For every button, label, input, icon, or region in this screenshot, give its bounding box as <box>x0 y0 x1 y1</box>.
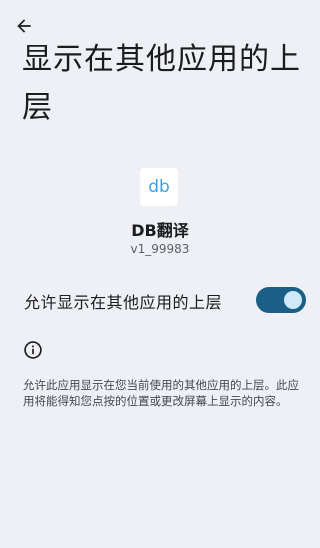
overlay-permission-label: 允许显示在其他应用的上层 <box>24 293 223 312</box>
permission-description: 允许此应用显示在您当前使用的其他应用的上层。此应用将能得知您点按的位置或更改屏幕… <box>23 378 299 408</box>
app-version: v1_99983 <box>130 242 190 256</box>
overlay-permission-toggle[interactable] <box>256 287 306 313</box>
arrow-back-icon <box>17 19 31 33</box>
app-icon: db <box>140 168 178 206</box>
info-icon <box>24 341 42 359</box>
toggle-thumb <box>284 291 302 309</box>
overlay-permission-row[interactable]: 允许显示在其他应用的上层 <box>0 280 320 320</box>
app-icon-text: db <box>148 177 170 197</box>
page-title: 显示在其他应用的上层 <box>22 42 301 125</box>
app-name: DB翻译 <box>131 221 189 240</box>
